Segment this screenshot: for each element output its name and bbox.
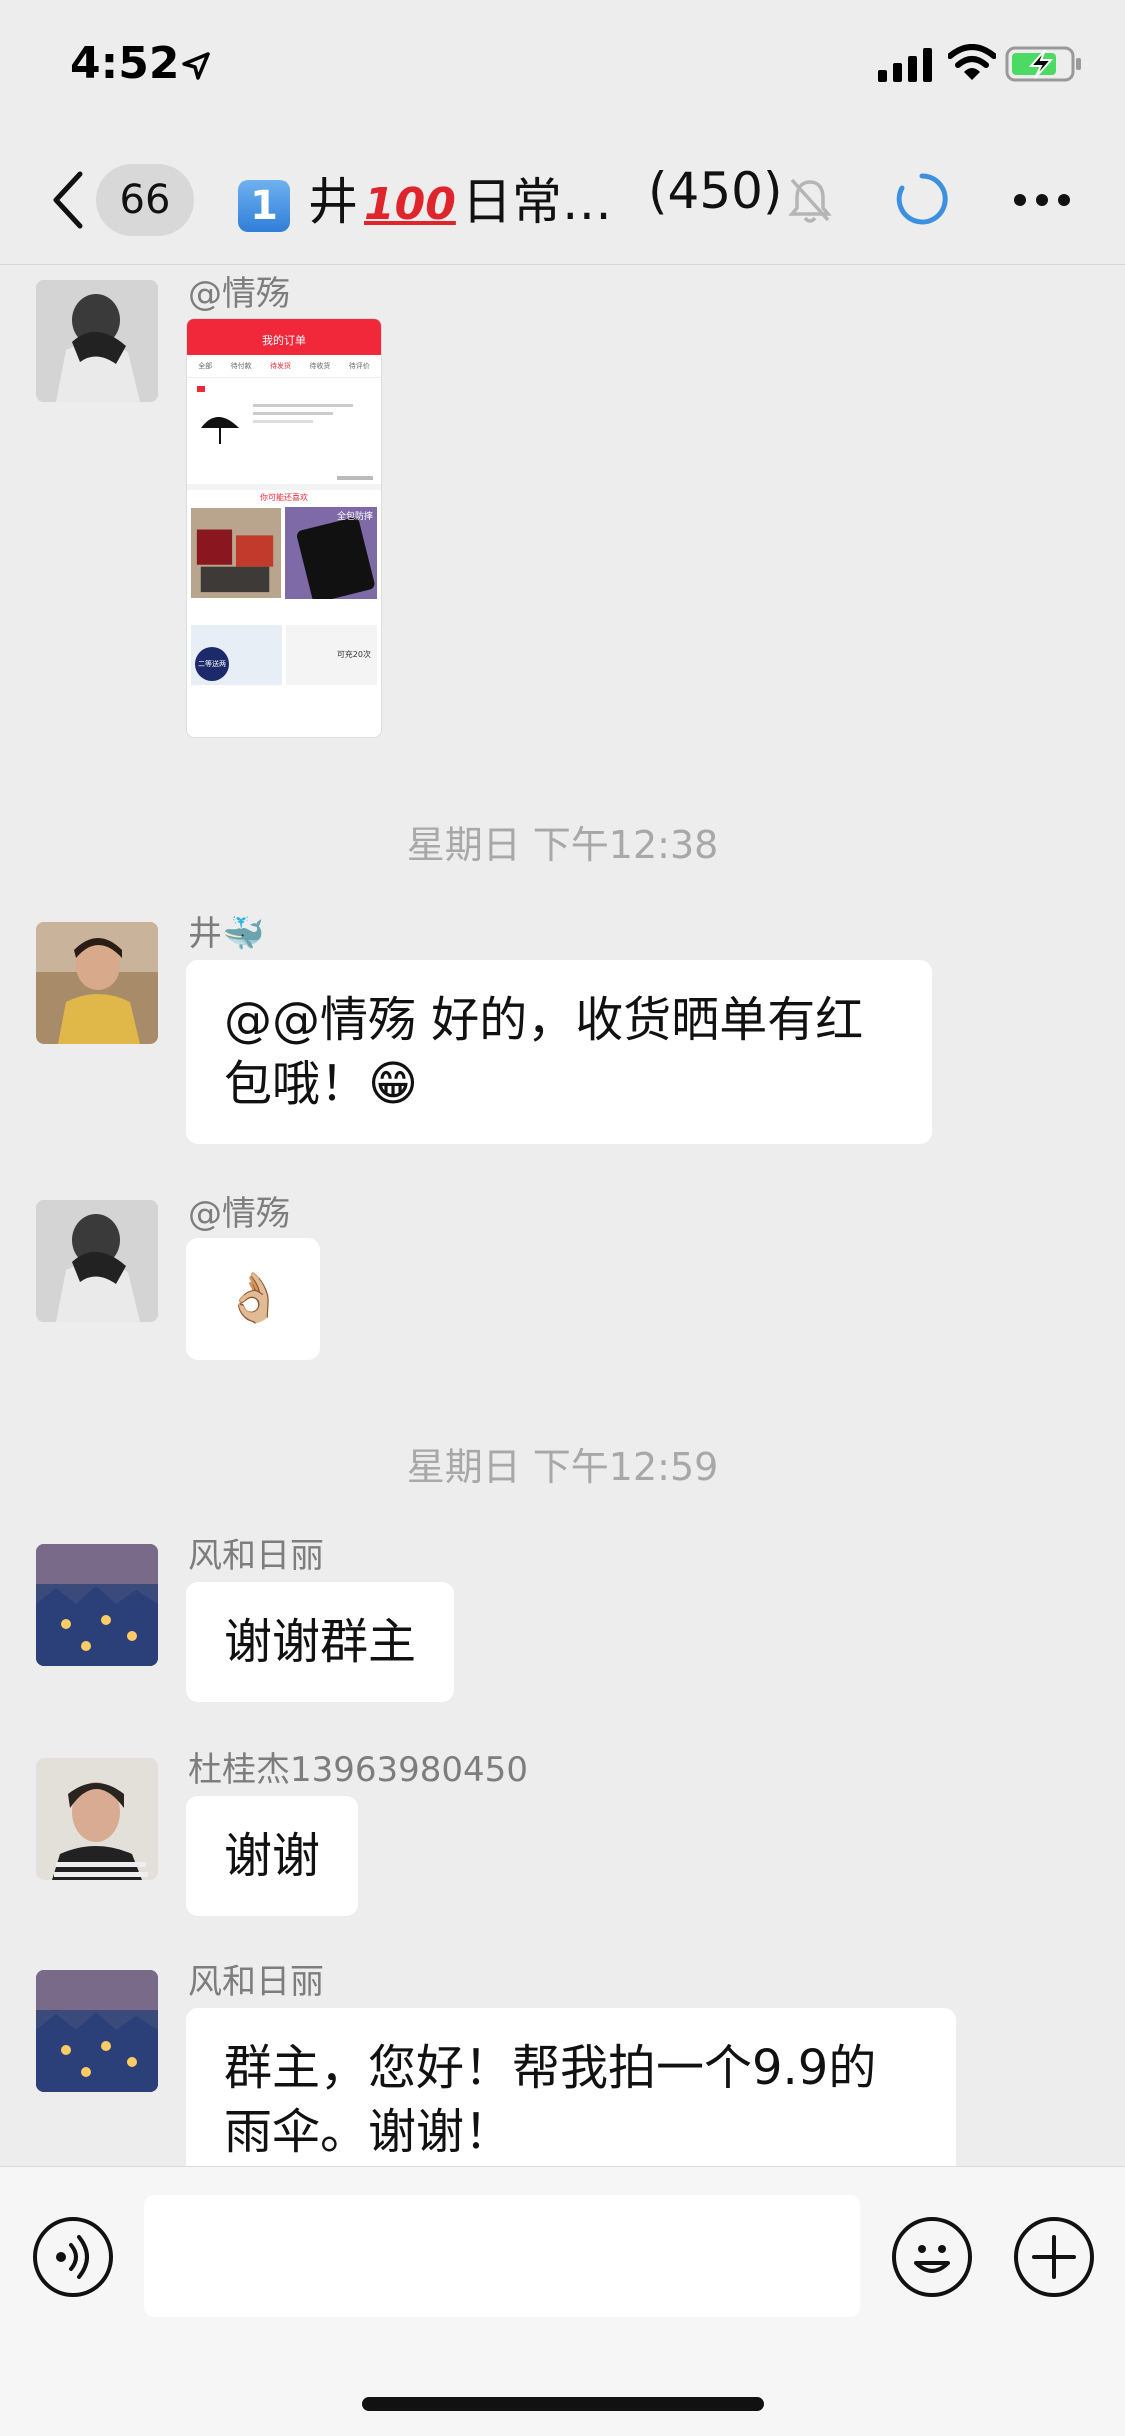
thumb-recommend-label: 你可能还喜欢: [260, 493, 308, 502]
thumb-tabs: 全部 待付款 待发货 待收货 待评价: [187, 355, 381, 378]
smiley-icon: [914, 2245, 950, 2273]
message-list[interactable]: @情殇 我的订单 全部 待付款 待发货 待收货 待评价 你可能还喜欢 全包防摔 …: [0, 266, 1125, 2166]
unread-count-badge[interactable]: 66: [96, 164, 194, 236]
battery-charging-icon: [1005, 46, 1081, 82]
avatar-photo: [36, 922, 158, 1044]
emoji-button[interactable]: [892, 2217, 972, 2297]
home-indicator[interactable]: [362, 2397, 764, 2411]
avatar-photo: [36, 1758, 158, 1880]
avatar-photo-bw: [36, 1200, 158, 1322]
status-time: 4:52: [70, 38, 180, 89]
sender-name: @情殇: [188, 274, 290, 314]
timestamp: 星期日 下午12:38: [406, 823, 719, 867]
group-title: 1 井 100 日常…: [238, 162, 612, 234]
message-bubble[interactable]: 谢谢群主: [186, 1582, 455, 1702]
avatar[interactable]: [36, 1200, 158, 1322]
back-chevron-icon[interactable]: [48, 170, 88, 230]
avatar[interactable]: [36, 922, 158, 1044]
wifi-icon: [948, 44, 996, 80]
thumb-header: 我的订单: [187, 319, 381, 355]
thumb-order-card: [187, 378, 381, 490]
more-functions-button[interactable]: [1014, 2217, 1094, 2297]
status-bar: 4:52: [0, 0, 1125, 140]
message-bubble[interactable]: 谢谢: [186, 1796, 359, 1916]
more-options-icon[interactable]: [1012, 192, 1072, 208]
message-bubble[interactable]: @@情殇 好的，收货晒单有红包哦！😁: [186, 960, 932, 1144]
avatar[interactable]: [36, 1544, 158, 1666]
keycap-one-emoji: 1: [238, 179, 290, 232]
input-bar: [0, 2166, 1125, 2436]
avatar[interactable]: [36, 1758, 158, 1880]
member-count: (450): [648, 162, 783, 220]
umbrella-product-icon: [197, 386, 373, 480]
plus-icon: [1032, 2235, 1076, 2279]
message-bubble[interactable]: 👌🏼: [186, 1238, 320, 1360]
muted-bell-icon: [788, 178, 832, 223]
message-bubble[interactable]: 群主，您好！帮我拍一个9.9的雨伞。谢谢！: [186, 2008, 956, 2166]
message-image[interactable]: 我的订单 全部 待付款 待发货 待收货 待评价 你可能还喜欢 全包防摔 二等送两…: [186, 318, 382, 738]
phone-case-product: 全包防摔: [285, 507, 377, 603]
sender-name: @情殇: [188, 1194, 290, 1234]
sender-name: 风和日丽: [188, 1962, 324, 2002]
sender-name: 杜桂杰13963980450: [188, 1750, 528, 1790]
avatar-town-photo: [36, 1544, 158, 1666]
avatar[interactable]: [36, 280, 158, 402]
chat-header: 66 1 井 100 日常… (450): [0, 140, 1125, 265]
thumb-product-grid: 全包防摔: [187, 505, 381, 603]
location-arrow-icon: [182, 52, 210, 80]
message-input[interactable]: [144, 2195, 860, 2317]
voice-input-button[interactable]: [33, 2217, 113, 2297]
bags-product-icon: [191, 508, 281, 598]
voice-icon: [56, 2235, 89, 2279]
avatar-town-photo: [36, 1970, 158, 2092]
sender-name: 井🐳: [188, 914, 265, 954]
loading-spinner-icon: [896, 173, 948, 225]
cellular-signal-icon: [878, 48, 932, 82]
avatar[interactable]: [36, 1970, 158, 2092]
sender-name: 风和日丽: [188, 1536, 324, 1576]
thumb-product-grid-2: 二等送两件 可充20次: [187, 601, 381, 685]
timestamp: 星期日 下午12:59: [406, 1445, 719, 1489]
avatar-photo-bw: [36, 280, 158, 402]
hundred-points-emoji: 100: [364, 179, 456, 230]
